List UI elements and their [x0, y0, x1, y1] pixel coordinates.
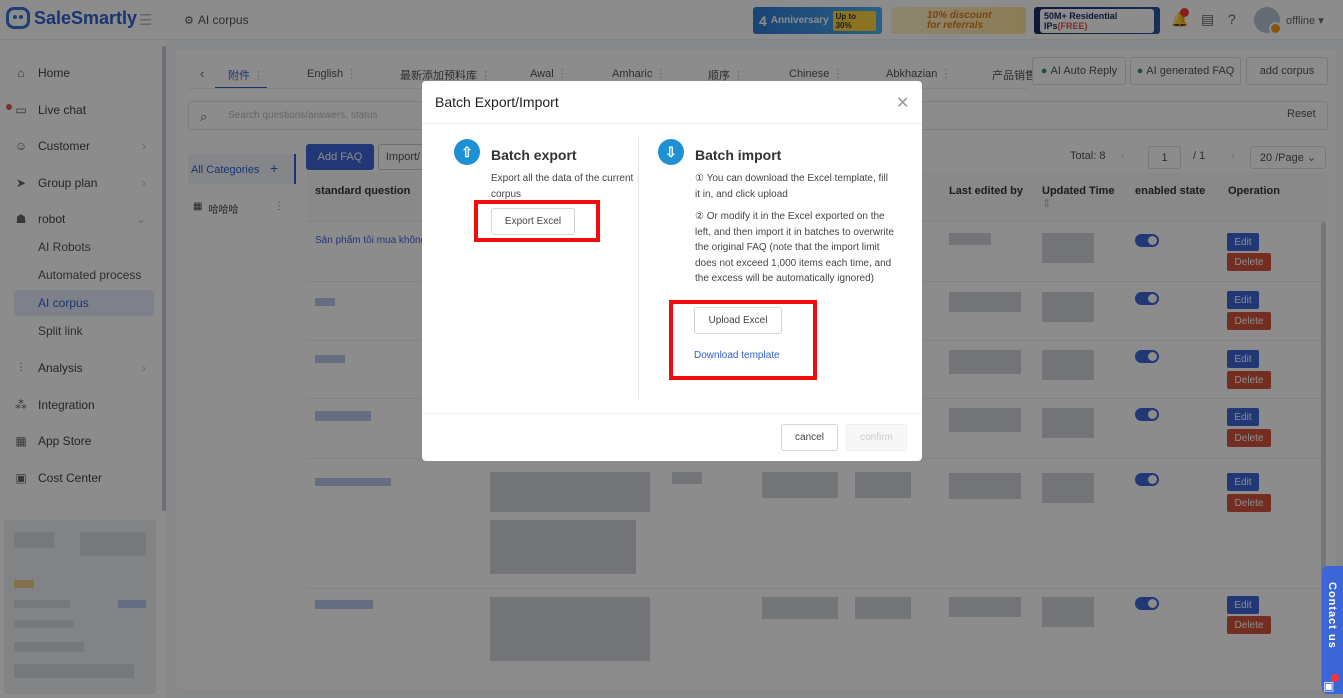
confirm-button[interactable]: confirm	[846, 424, 907, 451]
import-step-2: ② Or modify it in the Excel exported on …	[695, 211, 894, 285]
contact-us-label: Contact us	[1326, 582, 1338, 649]
cancel-button[interactable]: cancel	[781, 424, 838, 451]
export-upload-icon: ⇧	[454, 139, 480, 165]
batch-export-import-dialog: Batch Export/Import ✕ ⇧ Batch export Exp…	[422, 81, 922, 461]
confirm-label: confirm	[860, 432, 893, 443]
close-icon[interactable]: ✕	[896, 93, 909, 113]
import-title: Batch import	[695, 147, 782, 163]
cancel-label: cancel	[795, 432, 824, 443]
import-step-1: ① You can download the Excel template, f…	[695, 173, 888, 200]
dialog-footer-divider	[422, 413, 922, 414]
dialog-title: Batch Export/Import	[435, 94, 559, 110]
import-download-icon: ⇩	[658, 139, 684, 165]
export-description: Export all the data of the current corpu…	[491, 173, 634, 200]
highlight-box	[669, 300, 817, 380]
export-title: Batch export	[491, 147, 577, 163]
contact-notification-dot	[1331, 674, 1339, 682]
dialog-column-divider	[638, 137, 639, 399]
highlight-box	[474, 200, 600, 242]
dialog-header-divider	[422, 123, 922, 124]
